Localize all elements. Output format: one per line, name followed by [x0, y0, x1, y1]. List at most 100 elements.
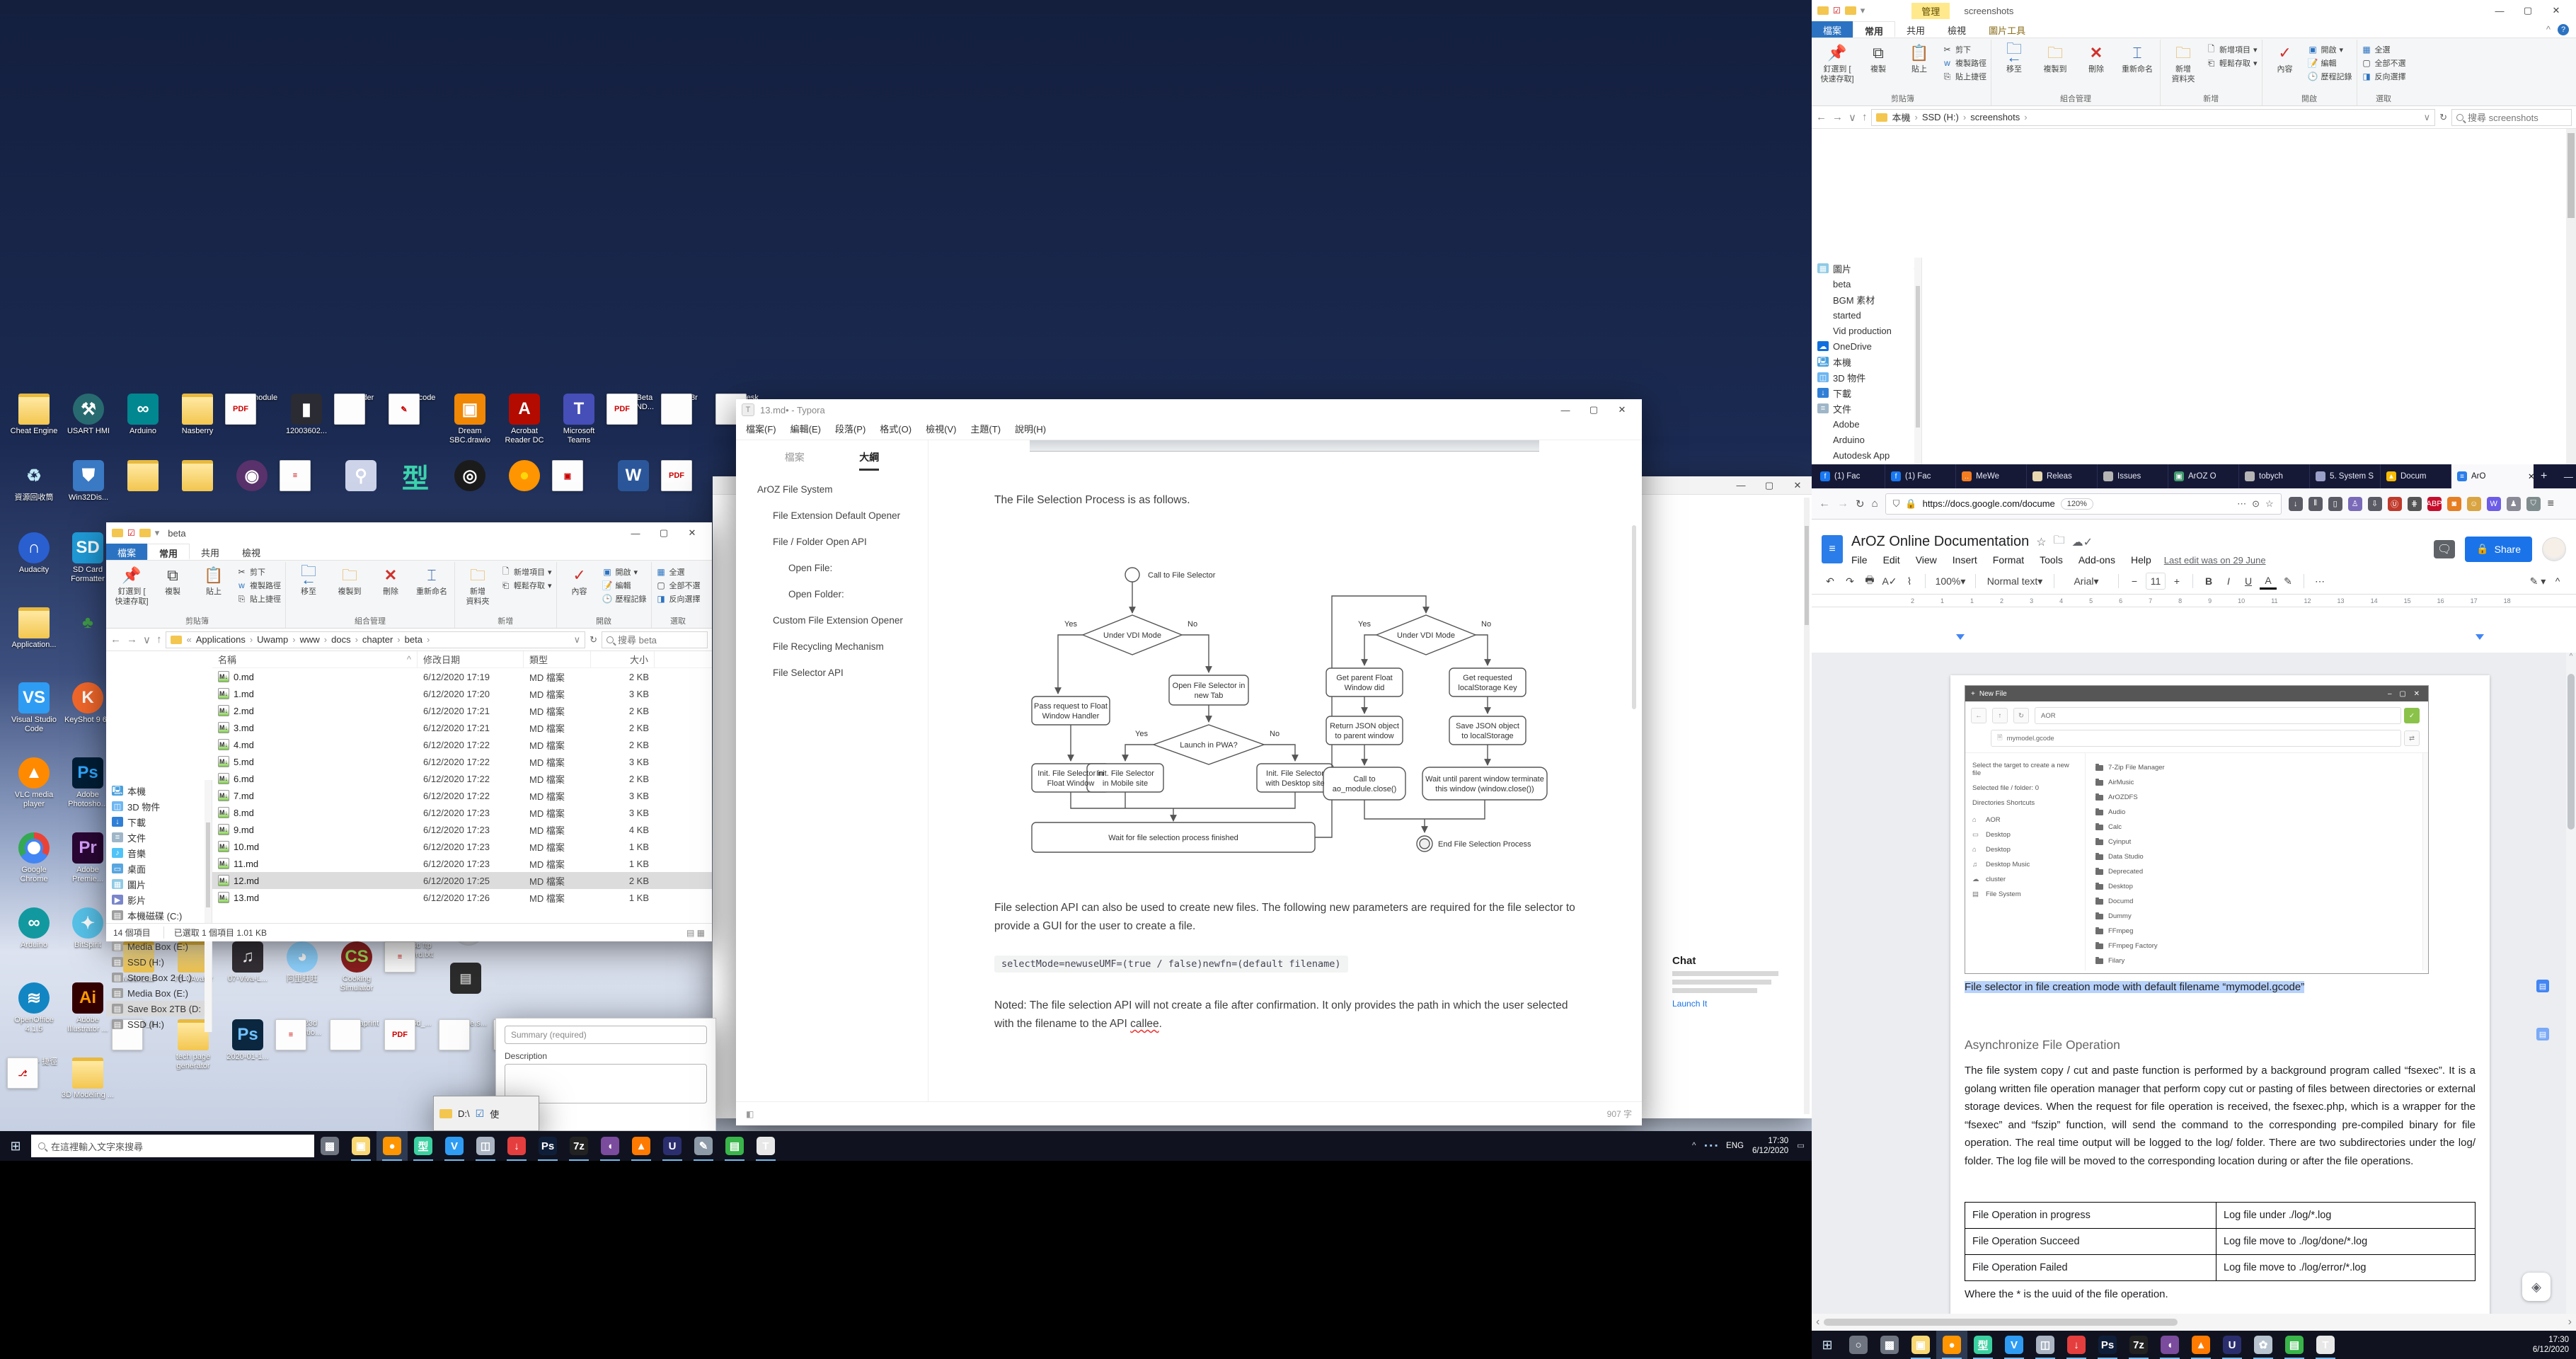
- extension-icon[interactable]: ⛉: [2526, 497, 2541, 511]
- paste-button[interactable]: 📋貼上: [1901, 41, 1938, 74]
- extension-icon[interactable]: ♟: [2507, 497, 2521, 511]
- typora-editor[interactable]: The File Selection Process is as follows…: [928, 440, 1636, 1101]
- scrollbar[interactable]: [205, 780, 212, 1032]
- outline-item[interactable]: Open Folder:: [736, 581, 928, 607]
- copy-button[interactable]: ⧉複製: [1860, 41, 1897, 74]
- delete-button[interactable]: ✕刪除: [2078, 41, 2115, 74]
- sidebar-item[interactable]: ▤ Store Box 2 (L:): [106, 970, 212, 985]
- cut-button[interactable]: ✂剪下: [1942, 44, 1986, 55]
- browser-tab[interactable]: Releas: [2027, 464, 2098, 488]
- browser-tab[interactable]: Issues: [2098, 464, 2168, 488]
- desktop-icon[interactable]: A Acrobat Reader DC: [498, 394, 551, 445]
- sidebar-item[interactable]: started: [1812, 307, 1921, 323]
- more-toolbar-icon[interactable]: ⋯: [2311, 573, 2328, 590]
- title-bar[interactable]: ☑ ▾ beta — ▢ ✕: [106, 522, 712, 544]
- taskbar-search-input[interactable]: 在這裡輸入文字來搜尋: [31, 1135, 314, 1157]
- properties-button[interactable]: ✓內容: [561, 563, 598, 596]
- open-button[interactable]: ▣開啟 ▾: [602, 566, 647, 578]
- breadcrumb-segment[interactable]: screenshots: [1970, 112, 2020, 122]
- desktop-icon[interactable]: ▲ VLC media player: [7, 757, 61, 809]
- desktop-icon[interactable]: PDF arozos module li...: [225, 394, 279, 412]
- italic-button[interactable]: I: [2220, 573, 2237, 590]
- star-icon[interactable]: ☆: [2036, 535, 2046, 549]
- sidebar-item[interactable]: ▦ 圖片: [106, 876, 212, 892]
- desktop-icon[interactable]: ♫ 07-Viva-L...: [221, 941, 275, 984]
- collapse-toolbar-icon[interactable]: ^: [2549, 573, 2566, 590]
- spellcheck-icon[interactable]: A✓: [1881, 573, 1898, 590]
- cloud-status-icon[interactable]: ☁✓: [2072, 535, 2093, 549]
- docs-menu-item[interactable]: Edit: [1883, 554, 1900, 566]
- clock[interactable]: 17:306/12/2020: [2526, 1335, 2576, 1355]
- desktop-icon[interactable]: PDF draw23d_...: [384, 1019, 438, 1028]
- clock[interactable]: 17:306/12/2020: [1752, 1136, 1788, 1156]
- cut-button[interactable]: ✂剪下: [236, 566, 281, 578]
- pin-button[interactable]: 📌釘選到 [快速存取]: [1819, 41, 1856, 84]
- taskbar-app-icon[interactable]: U: [2216, 1331, 2248, 1359]
- column-name[interactable]: 名稱^: [212, 651, 418, 667]
- quick-access-dropdown-icon[interactable]: ▾: [155, 527, 160, 539]
- zoom-select[interactable]: 100% ▾: [1933, 573, 1968, 590]
- column-size[interactable]: 大小: [591, 651, 655, 667]
- breadcrumb-segment[interactable]: docs: [331, 634, 350, 645]
- print-icon[interactable]: 🖶: [1861, 573, 1878, 590]
- docs-menu-item[interactable]: Help: [2131, 554, 2151, 566]
- address-bar[interactable]: « Applications›Uwamp›www›docs›chapter›be…: [166, 631, 585, 648]
- comments-icon[interactable]: 🗨: [2434, 540, 2455, 558]
- sidebar-item[interactable]: Adobe: [1812, 416, 1921, 432]
- menu-item[interactable]: 檔案(F): [746, 422, 776, 435]
- edit-button[interactable]: 📝編輯: [602, 580, 647, 591]
- tab-home[interactable]: 常用: [1853, 21, 1895, 38]
- explore-button[interactable]: ◈: [2522, 1273, 2551, 1301]
- menu-item[interactable]: 說明(H): [1015, 422, 1046, 435]
- paste-shortcut-button[interactable]: ⎘貼上捷徑: [1942, 71, 1986, 82]
- desktop-icon[interactable]: ◕ 阿里旺旺: [275, 941, 329, 984]
- tab-home[interactable]: 常用: [147, 544, 190, 560]
- taskbar-app-icon[interactable]: ▤: [719, 1131, 750, 1161]
- document-title[interactable]: ArOZ Online Documentation: [1851, 534, 2029, 550]
- desktop-icon[interactable]: ▤: [439, 963, 493, 996]
- desktop-icon[interactable]: Ps 2020-01-1...: [221, 1019, 275, 1062]
- docs-menu-item[interactable]: Format: [1993, 554, 2024, 566]
- desktop-icon[interactable]: Google Chrome: [7, 832, 61, 884]
- move-to-button[interactable]: 🗀←移至: [290, 563, 327, 596]
- refresh-icon[interactable]: ↻: [2439, 112, 2447, 123]
- pocket-icon[interactable]: ⊙: [2252, 498, 2260, 510]
- taskbar-app-icon[interactable]: T: [750, 1131, 781, 1161]
- taskbar-app-icon[interactable]: ◖: [2154, 1331, 2185, 1359]
- maximize-icon[interactable]: ▢: [1580, 400, 1608, 420]
- extension-icon[interactable]: ☺: [2467, 497, 2481, 511]
- taskbar-app-icon[interactable]: ✿: [2248, 1331, 2279, 1359]
- new-item-button[interactable]: 🗋新增項目 ▾: [500, 566, 552, 578]
- notification-icon[interactable]: ▭: [1797, 1141, 1805, 1151]
- rename-button[interactable]: ⌶重新命名: [413, 563, 450, 596]
- document-canvas[interactable]: +New File – ▢ ✕ ← ↑ ↻ AOR ✓: [1812, 653, 2566, 1314]
- sidebar-toggle-icon[interactable]: ◧: [746, 1109, 754, 1119]
- quick-access-check-icon[interactable]: ☑: [1833, 6, 1841, 16]
- desktop-icon[interactable]: ∞ Arduino: [116, 394, 170, 436]
- file-row[interactable]: M↓8.md 6/12/2020 17:23 MD 檔案 3 KB: [212, 804, 712, 821]
- avatar[interactable]: [2542, 537, 2566, 561]
- taskbar-app-icon[interactable]: ●: [1936, 1331, 1967, 1359]
- desktop-icon[interactable]: ♻ 資源回收筒: [7, 460, 61, 503]
- docs-menu-item[interactable]: File: [1851, 554, 1868, 566]
- font-size-increase[interactable]: +: [2168, 573, 2185, 590]
- extension-icon[interactable]: ⇩: [2368, 497, 2382, 511]
- new-folder-button[interactable]: 🗀新增資料夾: [459, 563, 496, 606]
- browser-tab[interactable]: tobych: [2239, 464, 2310, 488]
- extension-icon[interactable]: ABP: [2427, 497, 2442, 511]
- delete-button[interactable]: ✕刪除: [372, 563, 409, 596]
- desktop-icon[interactable]: Nasberry: [171, 394, 224, 436]
- forward-icon[interactable]: →: [127, 633, 137, 646]
- desktop-icon[interactable]: T Microsoft Teams: [552, 394, 606, 445]
- zoom-level-pill[interactable]: 120%: [2061, 498, 2093, 510]
- taskbar-app-icon[interactable]: 型: [1967, 1331, 1999, 1359]
- page-actions-icon[interactable]: ⋯: [2237, 498, 2246, 510]
- paste-shortcut-button[interactable]: ⎘貼上捷徑: [236, 593, 281, 604]
- select-all-button[interactable]: ▦全選: [656, 566, 701, 578]
- scroll-left-icon[interactable]: ‹: [1812, 1316, 1824, 1329]
- desktop-icon[interactable]: W: [606, 460, 660, 493]
- taskbar-app-icon[interactable]: ▣: [1905, 1331, 1936, 1359]
- desktop-icon[interactable]: ≡ draw23d productio...: [275, 1019, 329, 1038]
- outline-item[interactable]: Open File:: [736, 555, 928, 581]
- sidebar-item[interactable]: ◫ 3D 物件: [106, 798, 212, 814]
